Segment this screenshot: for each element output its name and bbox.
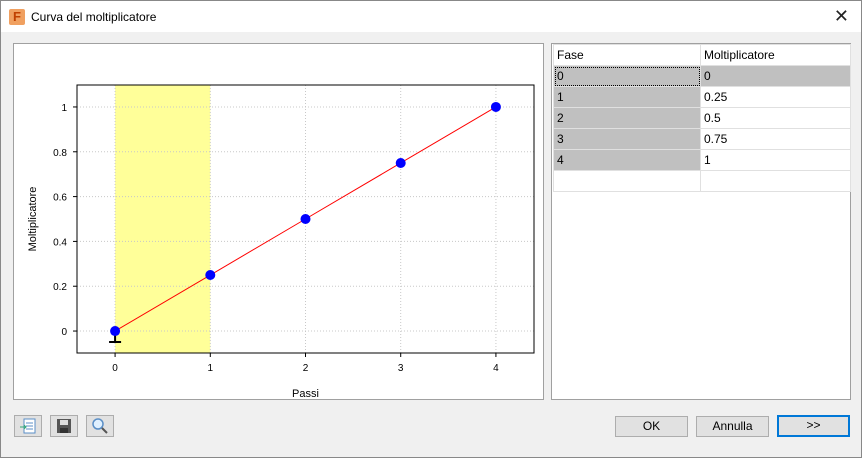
data-point [205,270,216,281]
y-tick-label: 0 [61,327,67,338]
cell-multiplier[interactable]: 1 [700,149,851,171]
cell-multiplier[interactable]: 0 [700,65,851,87]
table-row[interactable]: 41 [553,149,851,171]
x-tick-label: 4 [493,363,499,374]
cell-multiplier[interactable]: 0.75 [700,128,851,150]
y-tick-label: 1 [61,103,67,114]
cell-fase[interactable]: 2 [553,107,701,129]
table-row[interactable]: 3 0.75 [553,128,851,150]
cell-fase[interactable]: 0 [553,65,701,87]
close-icon[interactable]: ✕ [834,6,849,27]
expand-button[interactable]: >> [777,415,850,437]
y-tick-label: 0.6 [53,193,67,204]
app-icon: F [9,8,25,25]
magnifier-icon [92,418,108,434]
table-row[interactable]: 2 0.5 [553,107,851,129]
x-tick-label: 0 [112,363,118,374]
header-fase[interactable]: Fase [553,44,701,66]
title-bar: F Curva del moltiplicatore ✕ [1,1,861,32]
cell-multiplier[interactable]: 0.25 [700,86,851,108]
chart-panel: 0 1 2 3 4 0 0.2 0.4 0.6 0.8 1 Passi Moltiplicatore [13,43,544,400]
header-moltiplicatore[interactable]: Moltiplicatore [700,44,851,66]
zoom-button[interactable] [86,415,114,437]
cancel-button[interactable]: Annulla [696,416,769,437]
cell-fase[interactable]: 3 [553,128,701,150]
cell-fase-new[interactable] [553,170,701,192]
save-icon [57,419,71,433]
export-table-button[interactable] [14,415,42,437]
cell-multiplier-new[interactable] [700,170,851,192]
save-button[interactable] [50,415,78,437]
window-title: Curva del moltiplicatore [31,9,157,24]
table-row[interactable]: 1 0.25 [553,86,851,108]
y-tick-label: 0.2 [53,282,67,293]
y-axis-label: Moltiplicatore [27,187,39,252]
phase-table-panel: Fase Moltiplicatore 00 1 0.25 2 0.5 3 0.75 … [551,43,851,400]
cell-fase[interactable]: 4 [553,149,701,171]
x-tick-label: 1 [208,363,214,374]
data-point [300,214,311,224]
table-row[interactable]: 00 [553,65,851,87]
data-point [110,326,121,337]
table-export-icon [20,418,36,434]
data-point [490,101,501,112]
multiplier-chart: 0 1 2 3 4 0 0.2 0.4 0.6 0.8 1 Passi Moltiplicatore [27,84,535,400]
data-point [395,157,406,168]
x-tick-label: 3 [398,363,404,374]
x-tick-label: 2 [303,363,309,374]
table-header: Fase Moltiplicatore [553,44,851,66]
cell-multiplier[interactable]: 0.5 [700,107,851,129]
y-tick-label: 0.4 [53,237,67,248]
x-axis-label: Passi [292,388,319,400]
phase-table: Fase Moltiplicatore 00 1 0.25 2 0.5 3 0.75 … [553,44,851,192]
highlight-band [115,85,211,353]
cell-fase[interactable]: 1 [553,86,701,108]
ok-button[interactable]: OK [615,416,688,437]
table-new-row[interactable] [553,170,851,192]
y-tick-label: 0.8 [53,148,67,159]
